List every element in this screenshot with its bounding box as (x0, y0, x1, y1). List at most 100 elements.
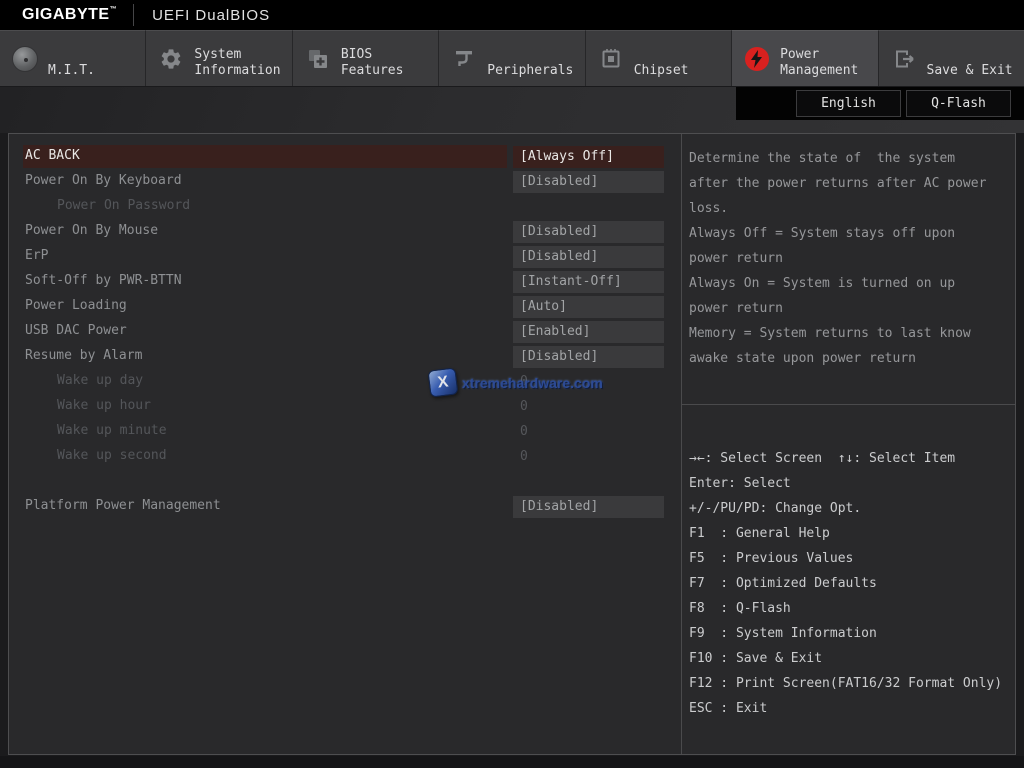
setting-label: AC BACK (25, 148, 80, 163)
top-bar: GIGABYTE™ UEFI DualBIOS (0, 0, 1024, 30)
lightning-icon (743, 47, 771, 71)
qflash-button[interactable]: Q-Flash (906, 90, 1011, 117)
tab-label: PowerManagement (780, 47, 858, 86)
key-line: F5 : Previous Values (689, 546, 1015, 571)
row-spacer (9, 470, 681, 495)
trademark: ™ (110, 6, 118, 13)
tab-bar: M.I.T. SystemInformation BIOSFeatures Pe… (0, 30, 1024, 87)
tab-label: BIOSFeatures (341, 47, 404, 86)
bottom-strip (0, 756, 1024, 768)
setting-row-wake-up-minute[interactable]: Wake up minute0 (9, 420, 681, 445)
item-help-text: Determine the state of the systemafter t… (682, 134, 1015, 404)
exit-door-icon (890, 47, 918, 71)
tab-label: Save & Exit (927, 63, 1013, 86)
topbar-divider (133, 4, 134, 26)
watermark-x-icon: X (427, 367, 458, 397)
setting-row-power-on-password[interactable]: Power On Password (9, 195, 681, 220)
setting-value[interactable]: [Disabled] (513, 246, 664, 268)
watermark-text: xtremehardware.com (462, 375, 603, 391)
gear-icon (157, 47, 185, 71)
setting-row-wake-up-second[interactable]: Wake up second 0 (9, 445, 681, 470)
setting-value[interactable]: [Instant-Off] (513, 271, 664, 293)
setting-value[interactable]: [Disabled] (513, 221, 664, 243)
setting-label: Wake up second (57, 448, 167, 463)
setting-label: USB DAC Power (25, 323, 127, 338)
peripheral-port-icon (450, 47, 478, 71)
setting-value[interactable]: [Disabled] (513, 496, 664, 518)
selection-highlight (23, 145, 507, 168)
key-line: ESC : Exit (689, 696, 1015, 721)
tab-label: M.I.T. (48, 63, 95, 86)
tab-label: SystemInformation (194, 47, 280, 86)
help-line: loss. (689, 196, 1011, 221)
setting-label: Power On By Keyboard (25, 173, 182, 188)
setting-row-power-loading[interactable]: Power Loading [Auto] (9, 295, 681, 320)
uefi-title: UEFI DualBIOS (152, 7, 270, 24)
main-panel: AC BACK [Always Off] Power On By Keyboard [… (8, 133, 1016, 755)
setting-row-soft-off-by-pwr-bttn[interactable]: Soft-Off by PWR-BTTN [Instant-Off] (9, 270, 681, 295)
tab-peripherals[interactable]: Peripherals (439, 30, 585, 86)
setting-row-erp[interactable]: ErP [Disabled] (9, 245, 681, 270)
setting-value[interactable]: [Enabled] (513, 321, 664, 343)
setting-value: 0 (513, 396, 664, 418)
setting-value: 0 (513, 446, 664, 468)
gigabyte-logo: GIGABYTE™ (22, 6, 117, 24)
key-line: Enter: Select (689, 471, 1015, 496)
setting-row-platform-power-management[interactable]: Platform Power Management [Disabled] (9, 495, 681, 520)
tab-label: Chipset (634, 63, 689, 86)
key-line: F12 : Print Screen(FAT16/32 Format Only) (689, 671, 1015, 696)
help-line: Always Off = System stays off upon (689, 221, 1011, 246)
watermark: X xtremehardware.com (429, 369, 603, 396)
tab-chipset[interactable]: Chipset (586, 30, 732, 86)
mit-dial-icon (11, 46, 39, 72)
help-line: Always On = System is turned on up (689, 271, 1011, 296)
setting-value[interactable]: [Disabled] (513, 346, 664, 368)
setting-label: ErP (25, 248, 48, 263)
setting-label: Wake up hour (57, 398, 151, 413)
setting-label: Wake up day (57, 373, 143, 388)
help-line: power return (689, 246, 1011, 271)
tab-power-management[interactable]: PowerManagement (732, 30, 878, 86)
tab-system-information[interactable]: SystemInformation (146, 30, 292, 86)
tab-save-exit[interactable]: Save & Exit (879, 30, 1024, 86)
tab-mit[interactable]: M.I.T. (0, 30, 146, 86)
help-divider (682, 404, 1015, 405)
key-line: +/-/PU/PD: Change Opt. (689, 496, 1015, 521)
setting-label: Platform Power Management (25, 498, 221, 513)
key-line: F1 : General Help (689, 521, 1015, 546)
sub-bar: English Q-Flash (0, 87, 1024, 133)
setting-row-wake-up-hour[interactable]: Wake up hour 0 (9, 395, 681, 420)
tab-bios-features[interactable]: BIOSFeatures (293, 30, 439, 86)
setting-value[interactable]: [Auto] (513, 296, 664, 318)
setting-row-usb-dac-power[interactable]: USB DAC Power [Enabled] (9, 320, 681, 345)
tab-label: Peripherals (487, 63, 573, 86)
setting-row-power-on-by-mouse[interactable]: Power On By Mouse [Disabled] (9, 220, 681, 245)
setting-value[interactable]: [Always Off] (513, 146, 664, 168)
language-button[interactable]: English (796, 90, 901, 117)
setting-row-ac-back[interactable]: AC BACK [Always Off] (9, 145, 681, 170)
key-legend: →←: Select Screen ↑↓: Select ItemEnter: … (682, 446, 1015, 721)
setting-value: 0 (513, 421, 664, 443)
key-line: F7 : Optimized Defaults (689, 571, 1015, 596)
help-pane: Determine the state of the systemafter t… (682, 134, 1015, 754)
setting-label: Power Loading (25, 298, 127, 313)
setting-label: Soft-Off by PWR-BTTN (25, 273, 182, 288)
quick-bar: English Q-Flash (796, 90, 1011, 117)
setting-label: Power On By Mouse (25, 223, 158, 238)
setting-row-resume-by-alarm[interactable]: Resume by Alarm [Disabled] (9, 345, 681, 370)
setting-label: Power On Password (57, 198, 190, 213)
setting-value[interactable]: [Disabled] (513, 171, 664, 193)
help-line: Memory = System returns to last know (689, 321, 1011, 346)
chip-plus-icon (304, 47, 332, 71)
setting-label: Resume by Alarm (25, 348, 142, 363)
setting-row-power-on-by-keyboard[interactable]: Power On By Keyboard [Disabled] (9, 170, 681, 195)
help-line: after the power returns after AC power (689, 171, 1011, 196)
help-line: awake state upon power return (689, 346, 1011, 371)
help-line: Determine the state of the system (689, 146, 1011, 171)
help-line: power return (689, 296, 1011, 321)
key-line: F10 : Save & Exit (689, 646, 1015, 671)
key-line: →←: Select Screen ↑↓: Select Item (689, 446, 1015, 471)
key-line: F9 : System Information (689, 621, 1015, 646)
key-line: F8 : Q-Flash (689, 596, 1015, 621)
chipset-icon (597, 47, 625, 71)
